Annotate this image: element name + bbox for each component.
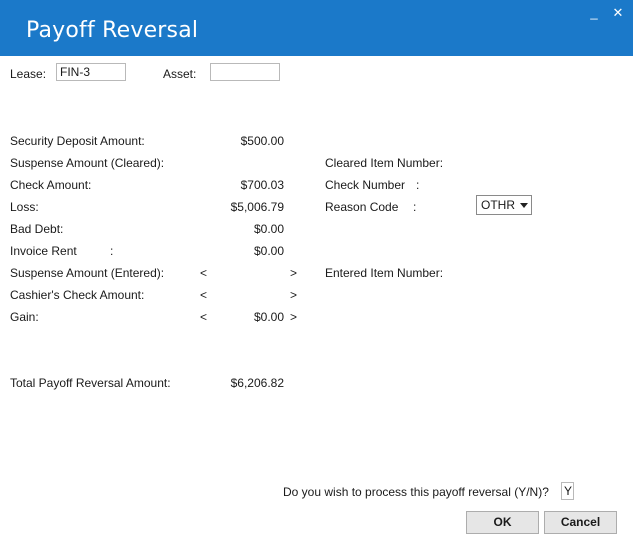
loss-value: $5,006.79 <box>230 200 284 214</box>
window-title: Payoff Reversal <box>26 18 199 43</box>
check-amount-label: Check Amount: <box>10 178 92 192</box>
reason-code-label: Reason Code <box>325 200 399 214</box>
total-value: $6,206.82 <box>230 376 284 390</box>
dialog-body: Lease: FIN-3 Asset: Security Deposit Amo… <box>0 56 633 553</box>
total-label: Total Payoff Reversal Amount: <box>10 376 171 390</box>
process-answer-input[interactable]: Y <box>561 482 574 500</box>
bad-debt-value: $0.00 <box>253 222 284 236</box>
security-deposit-value: $500.00 <box>240 134 284 148</box>
invoice-rent-value: $0.00 <box>253 244 284 258</box>
minimize-icon[interactable]: _ <box>585 4 603 22</box>
reason-code-colon: : <box>413 200 417 214</box>
reason-code-value: OTHR <box>481 198 515 212</box>
suspense-entered-left-arrow: < <box>200 266 208 280</box>
invoice-rent-colon: : <box>110 244 114 258</box>
gain-value[interactable]: $0.00 <box>184 310 284 324</box>
check-amount-value: $700.03 <box>240 178 284 192</box>
chevron-down-icon[interactable] <box>520 203 528 208</box>
asset-input[interactable] <box>210 63 280 81</box>
loss-label: Loss: <box>10 200 39 214</box>
close-icon[interactable]: ✕ <box>609 4 627 22</box>
suspense-entered-right-arrow: > <box>290 266 298 280</box>
cashiers-check-left-arrow: < <box>200 288 208 302</box>
title-bar: Payoff Reversal _ ✕ <box>0 0 633 56</box>
suspense-cleared-label: Suspense Amount (Cleared): <box>10 156 165 170</box>
lease-input[interactable]: FIN-3 <box>56 63 126 81</box>
lease-label: Lease: <box>10 67 47 81</box>
process-question: Do you wish to process this payoff rever… <box>283 485 549 499</box>
bad-debt-label: Bad Debt: <box>10 222 64 236</box>
gain-label: Gain: <box>10 310 39 324</box>
suspense-entered-label: Suspense Amount (Entered): <box>10 266 165 280</box>
check-number-label: Check Number <box>325 178 406 192</box>
gain-right-arrow: > <box>290 310 298 324</box>
ok-button[interactable]: OK <box>466 511 539 534</box>
cashiers-check-right-arrow: > <box>290 288 298 302</box>
entered-item-number-label: Entered Item Number: <box>325 266 444 280</box>
cashiers-check-label: Cashier's Check Amount: <box>10 288 145 302</box>
asset-label: Asset: <box>163 67 197 81</box>
cancel-button[interactable]: Cancel <box>544 511 617 534</box>
security-deposit-label: Security Deposit Amount: <box>10 134 145 148</box>
check-number-colon: : <box>416 178 420 192</box>
invoice-rent-label: Invoice Rent <box>10 244 77 258</box>
cleared-item-number-label: Cleared Item Number: <box>325 156 444 170</box>
reason-code-select[interactable]: OTHR <box>476 195 532 215</box>
